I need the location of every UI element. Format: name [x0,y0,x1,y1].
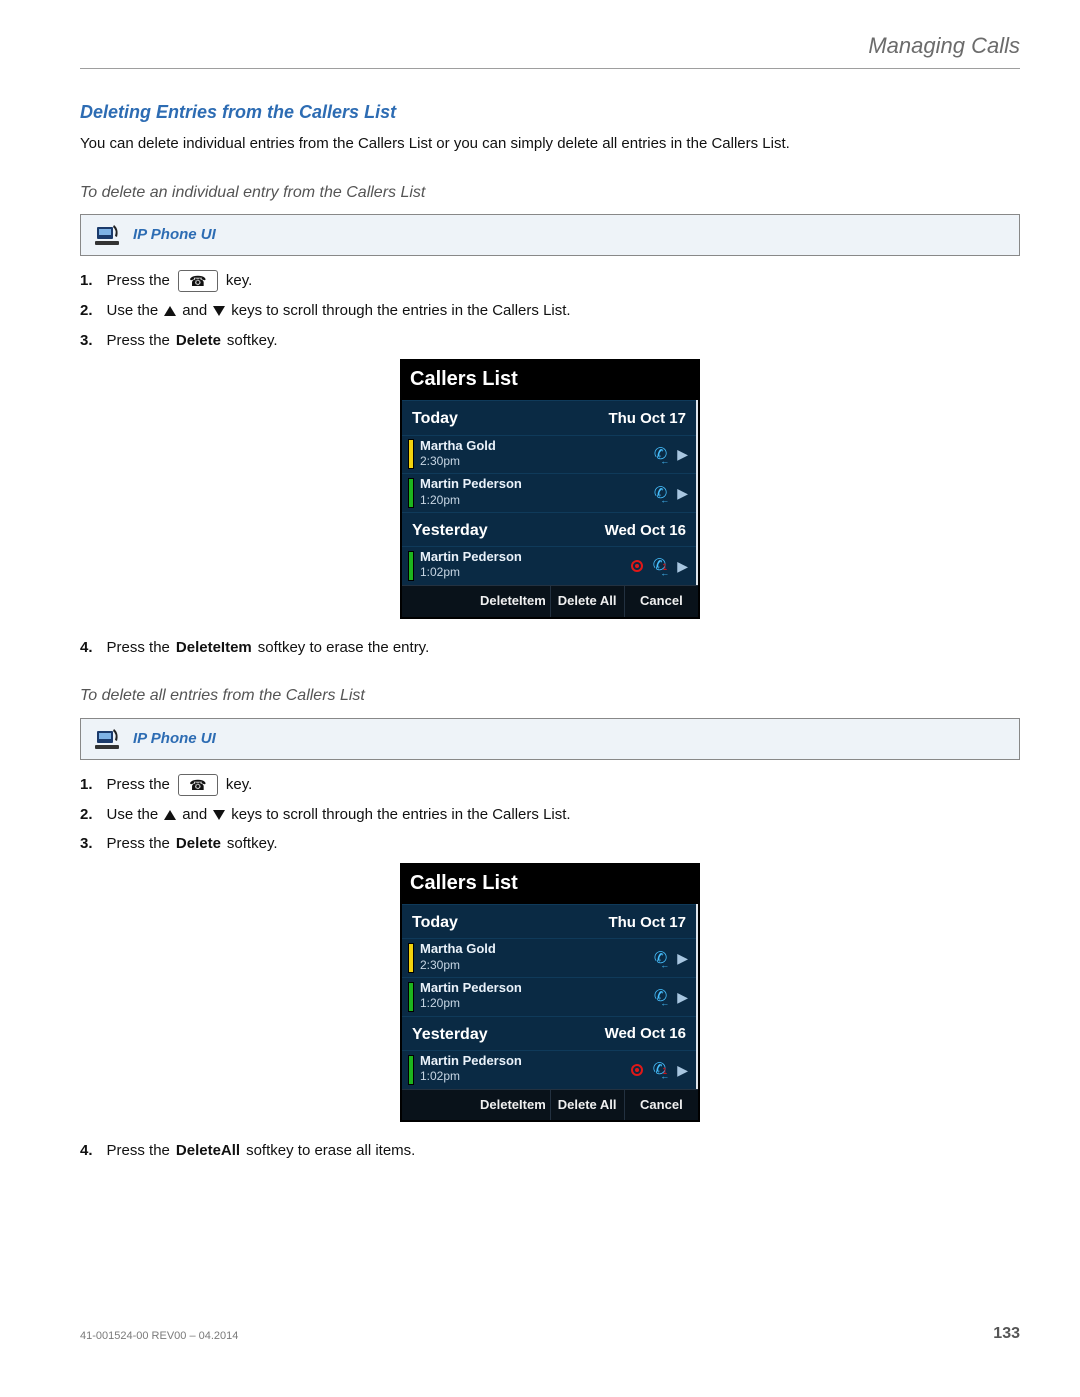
group-yesterday: Yesterday Wed Oct 16 [402,1016,696,1050]
softkey-cancel[interactable]: Cancel [625,1090,698,1121]
softkey-delete-all[interactable]: Delete All [551,1090,625,1121]
up-arrow-icon [164,810,176,820]
down-arrow-icon [213,306,225,316]
step-4: Press the DeleteItem softkey to erase th… [80,637,1020,659]
section-title: Deleting Entries from the Callers List [80,99,1020,125]
up-arrow-icon [164,306,176,316]
missed-call-icon [631,560,643,572]
status-bar-icon [408,439,414,469]
page-number: 133 [993,1322,1020,1345]
incoming-call-icon: ✆1 [653,1058,667,1081]
caller-entry[interactable]: Martha Gold 2:30pm ✆ ▶ [402,938,696,977]
ip-phone-ui-label: IP Phone UI [133,728,216,750]
incoming-call-icon: ✆ [654,985,667,1008]
phone-device-icon [95,727,121,751]
step-2: Use the and keys to scroll through the e… [80,300,1020,322]
subheading-delete-all: To delete all entries from the Callers L… [80,684,1020,707]
group-yesterday: Yesterday Wed Oct 16 [402,512,696,546]
status-bar-icon [408,551,414,581]
softkey-delete-all[interactable]: Delete All [551,586,625,617]
doc-id: 41-001524-00 REV00 – 04.2014 [80,1329,238,1345]
phone-screen-callers-list: Callers List Today Thu Oct 17 Martha Gol… [400,863,700,1122]
missed-call-icon [631,1064,643,1076]
ip-phone-ui-bar: IP Phone UI [80,214,1020,256]
steps-individual-cont: Press the DeleteItem softkey to erase th… [80,637,1020,659]
chevron-right-icon: ▶ [677,948,688,968]
softkey-bar: DeleteItem Delete All Cancel [402,1089,698,1121]
status-bar-icon [408,943,414,973]
step-3: Press the Delete softkey. [80,833,1020,855]
ip-phone-ui-bar: IP Phone UI [80,718,1020,760]
page-footer: 41-001524-00 REV00 – 04.2014 133 [80,1322,1020,1345]
screen-title: Callers List [402,865,698,904]
step-2: Use the and keys to scroll through the e… [80,804,1020,826]
step-4: Press the DeleteAll softkey to erase all… [80,1140,1020,1162]
callers-key-icon: ☎ [178,774,218,796]
chevron-right-icon: ▶ [677,444,688,464]
chapter-title: Managing Calls [80,30,1020,69]
screen-title: Callers List [402,361,698,400]
step-1: Press the ☎ key. [80,774,1020,796]
caller-entry[interactable]: Martha Gold 2:30pm ✆ ▶ [402,435,696,474]
group-today: Today Thu Oct 17 [402,400,696,434]
caller-entry[interactable]: Martin Pederson 1:20pm ✆ ▶ [402,473,696,512]
softkey-cancel[interactable]: Cancel [625,586,698,617]
chevron-right-icon: ▶ [677,1060,688,1080]
incoming-call-icon: ✆ [654,947,667,970]
group-today: Today Thu Oct 17 [402,904,696,938]
chevron-right-icon: ▶ [677,483,688,503]
incoming-call-icon: ✆1 [653,554,667,577]
softkey-delete-item[interactable]: DeleteItem [476,1090,550,1121]
chevron-right-icon: ▶ [677,556,688,576]
phone-device-icon [95,223,121,247]
chevron-right-icon: ▶ [677,987,688,1007]
incoming-call-icon: ✆ [654,482,667,505]
softkey-delete-item[interactable]: DeleteItem [476,586,550,617]
steps-all-cont: Press the DeleteAll softkey to erase all… [80,1140,1020,1162]
softkey-bar: DeleteItem Delete All Cancel [402,585,698,617]
callers-key-icon: ☎ [178,270,218,292]
caller-entry[interactable]: Martin Pederson 1:02pm ✆1 ▶ [402,1050,696,1089]
step-3: Press the Delete softkey. [80,330,1020,352]
status-bar-icon [408,478,414,508]
phone-screen-callers-list: Callers List Today Thu Oct 17 Martha Gol… [400,359,700,618]
down-arrow-icon [213,810,225,820]
step-1: Press the ☎ key. [80,270,1020,292]
subheading-delete-individual: To delete an individual entry from the C… [80,181,1020,204]
steps-individual: Press the ☎ key. Use the and keys to scr… [80,270,1020,352]
intro-text: You can delete individual entries from t… [80,133,1020,155]
ip-phone-ui-label: IP Phone UI [133,224,216,246]
status-bar-icon [408,1055,414,1085]
incoming-call-icon: ✆ [654,443,667,466]
caller-entry[interactable]: Martin Pederson 1:20pm ✆ ▶ [402,977,696,1016]
status-bar-icon [408,982,414,1012]
steps-all: Press the ☎ key. Use the and keys to scr… [80,774,1020,856]
caller-entry[interactable]: Martin Pederson 1:02pm ✆1 ▶ [402,546,696,585]
